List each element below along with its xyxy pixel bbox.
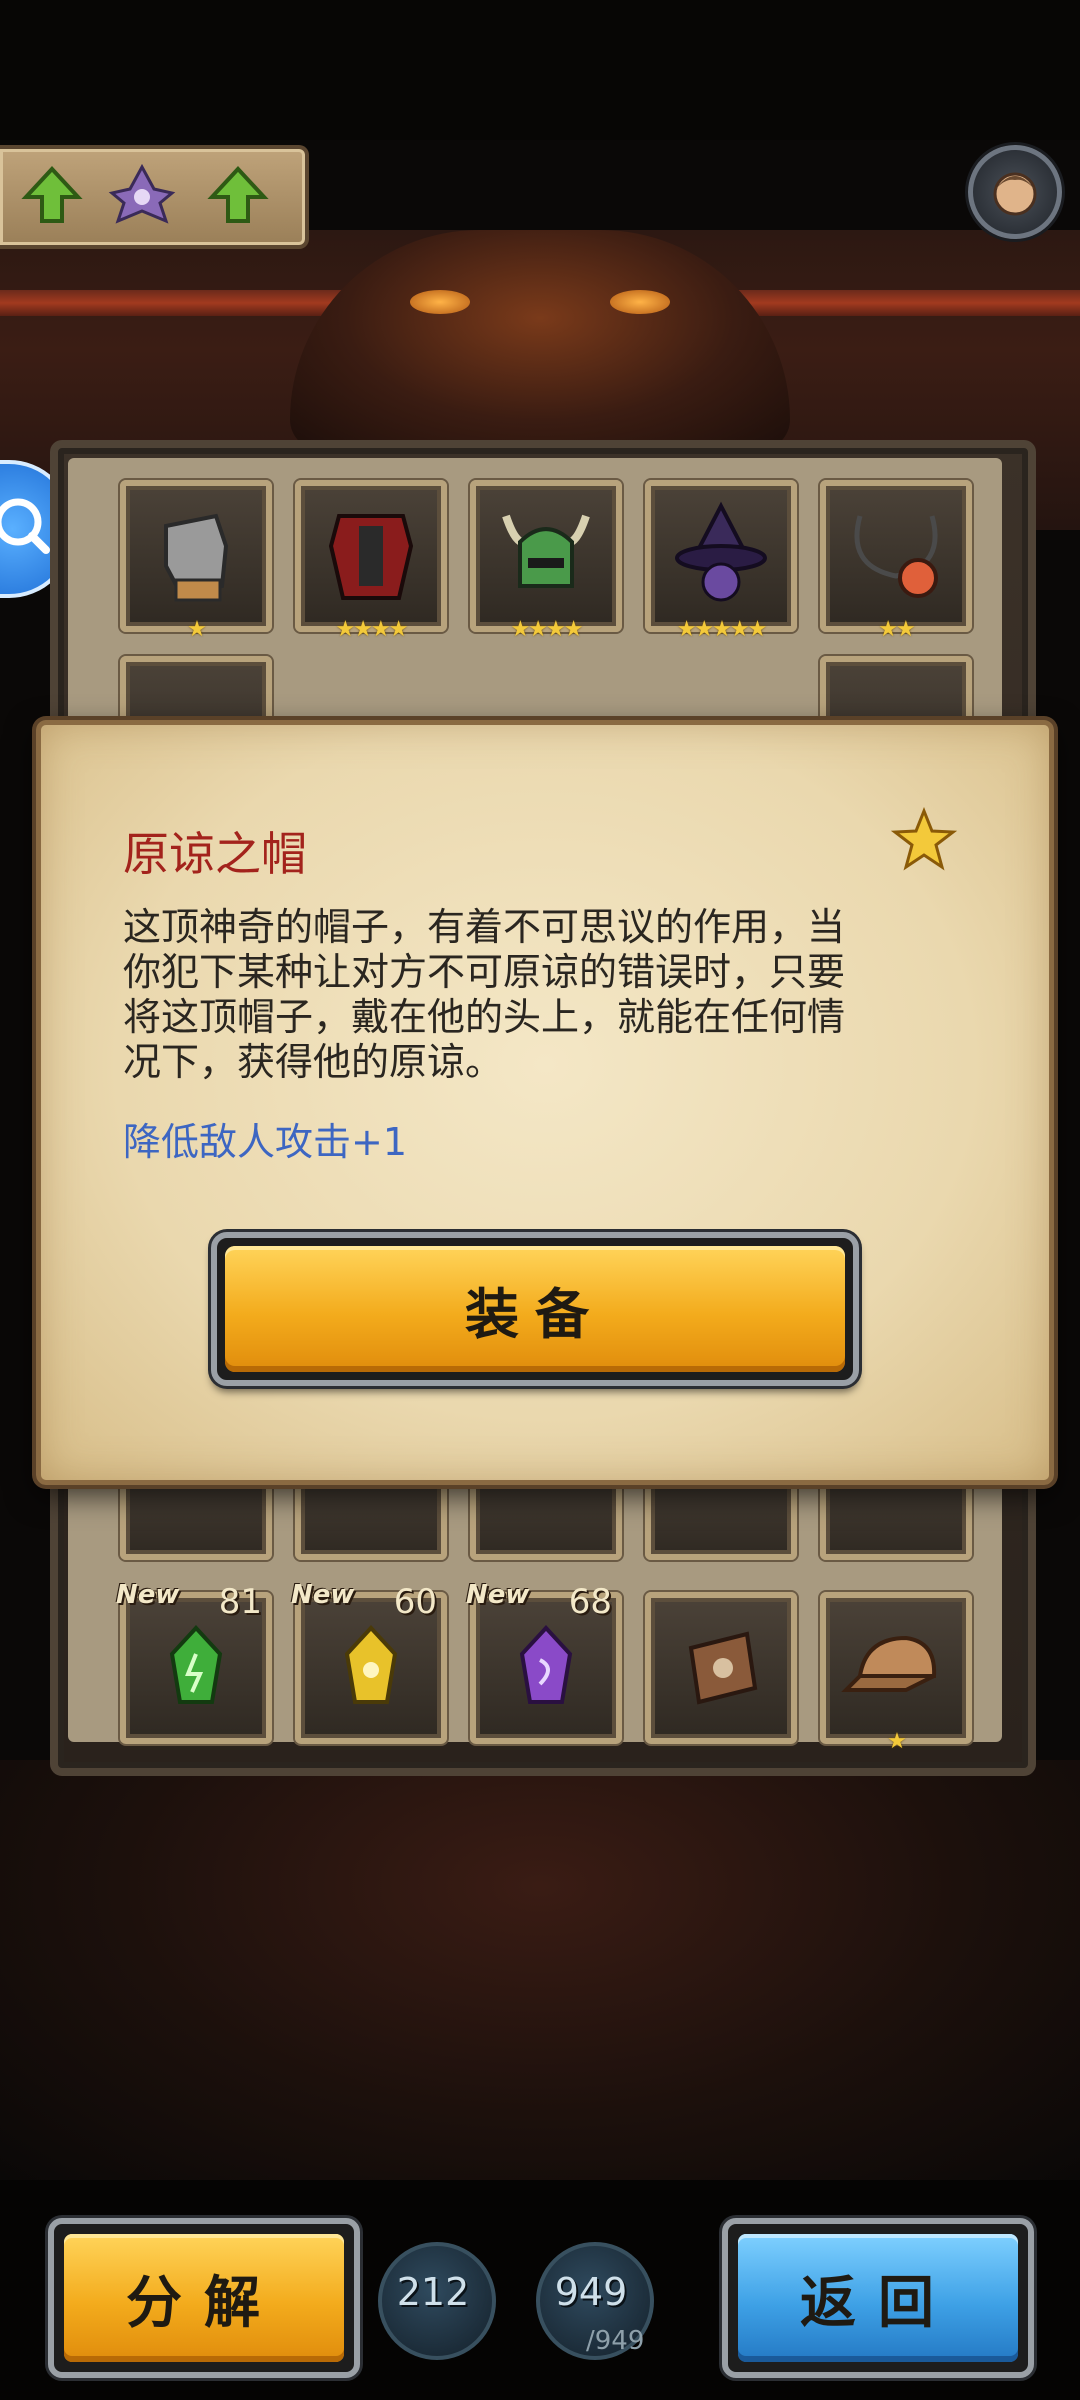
inventory-slot[interactable] (645, 1592, 797, 1744)
resource-value: 212 (396, 2270, 470, 2314)
item-description: 这顶神奇的帽子，有着不可思议的作用，当 你犯下某种让对方不可原谅的错误时，只要 … (123, 905, 943, 1085)
description-line: 这顶神奇的帽子，有着不可思议的作用，当 (123, 905, 846, 949)
back-button-label: 返回 (800, 2270, 956, 2334)
item-effect: 降低敌人攻击+1 (123, 1120, 408, 1164)
star-rating: ★ (187, 617, 207, 642)
wizard-ghost-icon[interactable] (104, 163, 180, 227)
inventory-slot[interactable]: ★★★★★ (645, 480, 797, 642)
description-line: 将这顶帽子，戴在他的头上，就能在任何情 (123, 995, 846, 1039)
scene-lava-floor (0, 1760, 1080, 2180)
equip-button-label: 装备 (465, 1284, 605, 1345)
item-count: 60 (393, 1582, 437, 1622)
inventory-slot[interactable]: ★★★★ (470, 480, 622, 642)
inventory-slot[interactable]: ★ (120, 480, 272, 642)
inventory-slot[interactable]: ★★ (820, 480, 972, 642)
description-line: 你犯下某种让对方不可原谅的错误时，只要 (123, 950, 846, 994)
scene-top-band (0, 0, 1080, 140)
resource-max: /949 (586, 2326, 645, 2356)
item-count: 68 (568, 1582, 612, 1622)
inventory-slot[interactable]: ★★★★ (295, 480, 447, 642)
item-name: 原谅之帽 (123, 827, 307, 881)
new-badge: New (291, 1580, 355, 1610)
equip-button[interactable]: 装备 (211, 1232, 859, 1386)
description-line: 况下，获得他的原谅。 (123, 1040, 504, 1084)
item-count: 81 (218, 1582, 262, 1622)
decompose-button[interactable]: 分解 (48, 2218, 360, 2378)
witch-hat-icon (675, 501, 767, 602)
star-icon (891, 807, 957, 871)
star-rating: ★★★★★ (676, 617, 768, 642)
new-badge: New (466, 1580, 530, 1610)
star-rating: ★★ (878, 617, 915, 642)
inventory-slot[interactable]: New 68 (466, 1580, 622, 1744)
arrow-up-icon[interactable] (20, 163, 84, 227)
inventory-slot[interactable]: ★ (820, 1592, 972, 1754)
inventory-slot[interactable]: New 81 (116, 1580, 272, 1744)
inventory-slot[interactable]: New 60 (291, 1580, 447, 1744)
armor-icon (328, 514, 414, 600)
gauntlet-icon (164, 513, 229, 602)
decompose-button-label: 分解 (126, 2270, 282, 2334)
book-icon (688, 1631, 758, 1705)
resource-value: 949 (554, 2270, 628, 2314)
star-rating: ★ (887, 1729, 907, 1754)
cap-icon (841, 1635, 937, 1692)
star-rating: ★★★★ (510, 617, 584, 642)
item-detail-dialog: 原谅之帽 这顶神奇的帽子，有着不可思议的作用，当 你犯下某种让对方不可原谅的错误… (36, 720, 1054, 1485)
amulet-icon (854, 515, 938, 598)
arrow-up-icon[interactable] (206, 163, 270, 227)
hero-avatar-icon[interactable] (968, 145, 1062, 239)
back-button[interactable]: 返回 (722, 2218, 1034, 2378)
top-left-panel[interactable] (0, 145, 309, 249)
star-rating: ★★★★ (335, 617, 409, 642)
horned-helmet-icon (502, 514, 590, 588)
new-badge: New (116, 1580, 180, 1610)
